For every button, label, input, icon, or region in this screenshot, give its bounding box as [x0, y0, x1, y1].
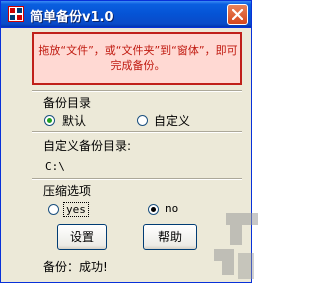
radio-selected-dot: [151, 207, 156, 212]
radio-no-circle[interactable]: [148, 204, 159, 215]
radio-yes-circle[interactable]: [48, 204, 59, 215]
drop-zone[interactable]: 拖放“文件”，或“文件夹”到“窗体”，即可完成备份。: [32, 32, 242, 85]
title-bar[interactable]: 简单备份v1.0: [1, 1, 251, 28]
divider: [32, 90, 242, 92]
radio-custom-circle[interactable]: [137, 115, 148, 126]
close-icon: [232, 9, 243, 20]
custom-dir-label: 自定义备份目录:: [43, 139, 132, 153]
app-icon[interactable]: [8, 6, 24, 22]
radio-custom-label: 自定义: [154, 114, 191, 128]
status-text: 备份：成功!: [43, 260, 108, 274]
radio-default-circle[interactable]: [44, 115, 55, 126]
window-title: 简单备份v1.0: [30, 10, 114, 25]
help-button[interactable]: 帮助: [143, 224, 197, 250]
divider: [32, 178, 242, 180]
radio-default-label: 默认: [62, 114, 87, 128]
compression-heading: 压缩选项: [43, 184, 92, 198]
watermark-logo: [214, 213, 258, 279]
settings-button[interactable]: 设置: [57, 224, 107, 250]
drop-instructions: 拖放“文件”，或“文件夹”到“窗体”，即可完成备份。: [38, 44, 238, 72]
radio-no-label: no: [165, 202, 179, 215]
divider: [32, 131, 242, 133]
close-button[interactable]: [227, 4, 248, 25]
radio-yes-label: yes: [63, 202, 89, 217]
radio-selected-dot: [47, 118, 52, 123]
custom-dir-path: C:\: [45, 160, 65, 173]
backup-dir-heading: 备份目录: [43, 96, 92, 110]
